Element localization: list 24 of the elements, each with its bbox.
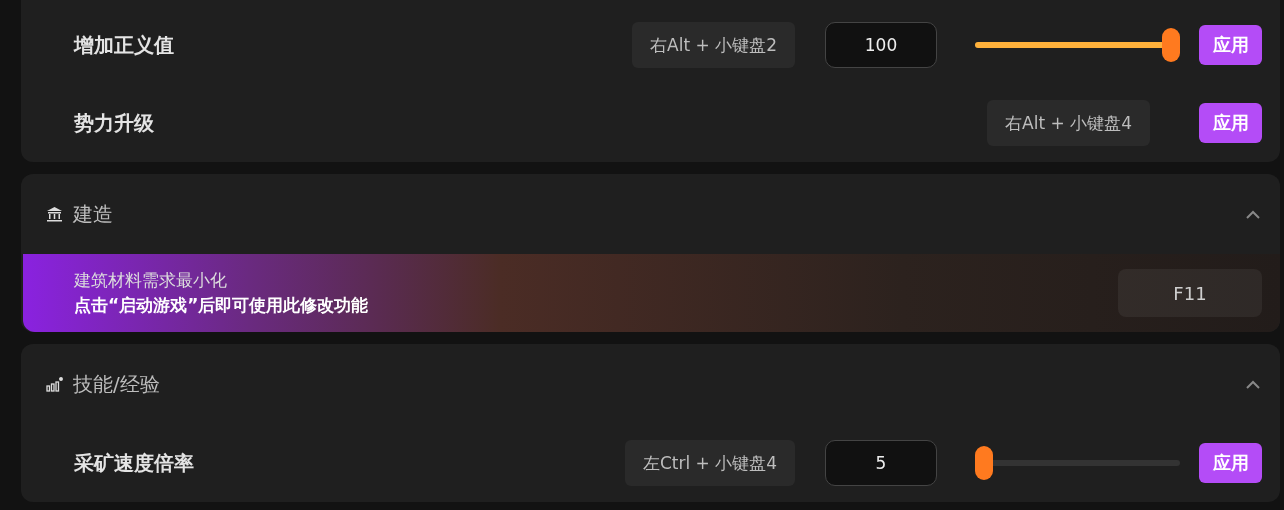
section-title: 技能/经验 (73, 370, 161, 398)
slider-thumb[interactable] (975, 446, 993, 480)
hotkey-chip: 右Alt + 小键盘4 (987, 100, 1150, 146)
slider-thumb[interactable] (1162, 28, 1180, 62)
slider[interactable] (975, 28, 1180, 62)
notice-text: 点击“启动游戏”后即可使用此修改功能 (74, 294, 370, 317)
bank-icon (46, 206, 63, 222)
chevron-icon[interactable] (1246, 379, 1260, 389)
option-label: 势力升级 (74, 109, 155, 137)
slider[interactable] (975, 446, 1180, 480)
bar-chart-icon (46, 376, 63, 392)
option-label: 建筑材料需求最小化 (74, 269, 228, 292)
section-title: 建造 (73, 200, 114, 228)
apply-button[interactable]: 应用 (1199, 25, 1262, 65)
chevron-icon[interactable] (1246, 209, 1260, 219)
option-label: 采矿速度倍率 (74, 449, 195, 477)
hotkey-chip: 右Alt + 小键盘2 (632, 22, 795, 68)
apply-button[interactable]: 应用 (1199, 443, 1262, 483)
apply-button[interactable]: 应用 (1199, 103, 1262, 143)
value-input[interactable]: 5 (825, 440, 937, 486)
value-input[interactable]: 100 (825, 22, 937, 68)
option-label: 增加正义值 (74, 31, 175, 59)
hotkey-chip: 左Ctrl + 小键盘4 (624, 440, 795, 486)
hotkey-chip: F11 (1118, 269, 1262, 317)
